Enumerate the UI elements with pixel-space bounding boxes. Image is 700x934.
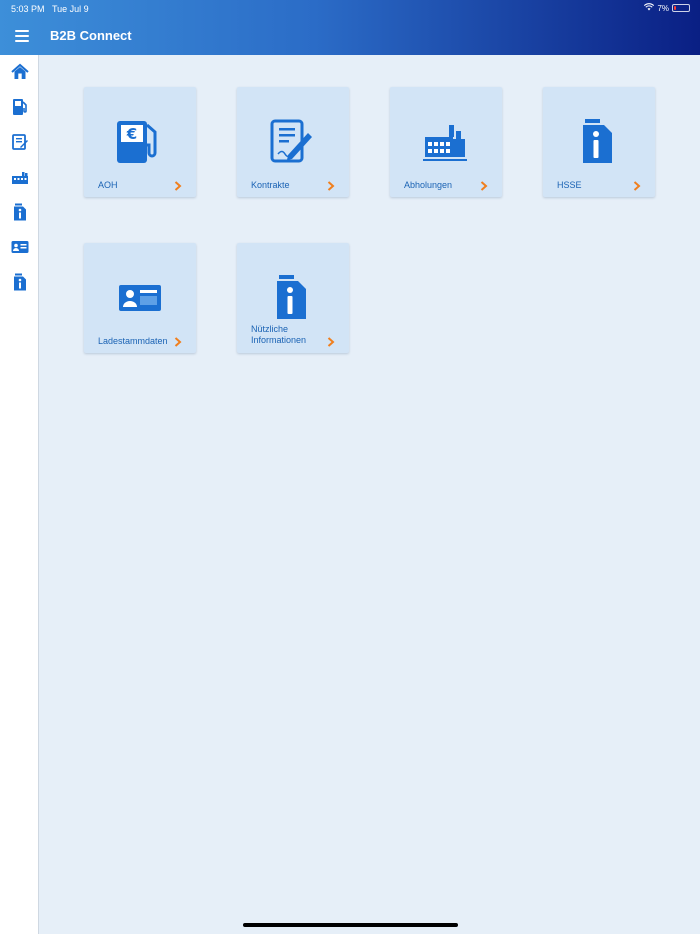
- sidebar-item-home[interactable]: [10, 62, 30, 82]
- tile-nuetzliche-informationen[interactable]: Nützliche Informationen: [237, 243, 349, 353]
- tile-label-line2: Informationen: [251, 335, 307, 345]
- svg-text:€: €: [126, 125, 137, 143]
- wifi-icon: [644, 3, 655, 13]
- home-indicator[interactable]: [243, 923, 458, 927]
- contract-icon: [12, 134, 28, 150]
- factory-icon: [421, 119, 471, 165]
- info-canister-icon: [14, 273, 26, 291]
- fuel-pump-icon: [13, 99, 27, 115]
- chevron-right-icon: [633, 178, 641, 191]
- status-time: 5:03 PM: [11, 4, 45, 14]
- tile-ladestammdaten[interactable]: Ladestammdaten: [84, 243, 196, 353]
- status-bar: 5:03 PM Tue Jul 9 7%: [0, 0, 700, 18]
- tile-label-nuetzliche-informationen: Nützliche Informationen: [251, 324, 331, 346]
- tile-label-aoh: AOH: [98, 180, 118, 190]
- tile-label-kontrakte: Kontrakte: [251, 180, 290, 190]
- id-card-icon: [11, 241, 29, 253]
- info-canister-icon: [14, 203, 26, 221]
- tile-label-ladestammdaten: Ladestammdaten: [98, 336, 168, 346]
- tile-aoh[interactable]: € AOH: [84, 87, 196, 197]
- status-indicators: 7%: [644, 3, 690, 13]
- info-canister-icon: [268, 275, 318, 321]
- tile-label-line1: Nützliche: [251, 324, 289, 334]
- tile-label-hsse: HSSE: [557, 180, 582, 190]
- sidebar-item-hsse[interactable]: [10, 202, 30, 222]
- status-date: Tue Jul 9: [52, 4, 89, 14]
- sidebar-item-abholungen[interactable]: [10, 167, 30, 187]
- sidebar-item-kontrakte[interactable]: [10, 132, 30, 152]
- tile-kontrakte[interactable]: Kontrakte: [237, 87, 349, 197]
- sidebar-item-ladestammdaten[interactable]: [10, 237, 30, 257]
- battery-icon: [672, 4, 690, 12]
- home-icon: [11, 63, 29, 79]
- info-canister-icon: [574, 119, 624, 165]
- battery-percentage: 7%: [657, 3, 669, 13]
- chevron-right-icon: [480, 178, 488, 191]
- sidebar: [0, 55, 39, 934]
- app-title: B2B Connect: [50, 28, 132, 43]
- hamburger-menu-icon[interactable]: [15, 30, 29, 42]
- sidebar-item-aoh[interactable]: [10, 97, 30, 117]
- id-card-icon: [115, 275, 165, 321]
- chevron-right-icon: [174, 334, 182, 347]
- chevron-right-icon: [327, 334, 335, 347]
- sidebar-item-informationen[interactable]: [10, 272, 30, 292]
- tile-label-abholungen: Abholungen: [404, 180, 453, 190]
- factory-icon: [12, 172, 28, 184]
- contract-icon: [268, 119, 318, 165]
- fuel-pump-euro-icon: €: [115, 119, 165, 165]
- app-header: 5:03 PM Tue Jul 9 7% B2B Connect: [0, 0, 700, 55]
- chevron-right-icon: [327, 178, 335, 191]
- chevron-right-icon: [174, 178, 182, 191]
- tile-abholungen[interactable]: Abholungen: [390, 87, 502, 197]
- tile-hsse[interactable]: HSSE: [543, 87, 655, 197]
